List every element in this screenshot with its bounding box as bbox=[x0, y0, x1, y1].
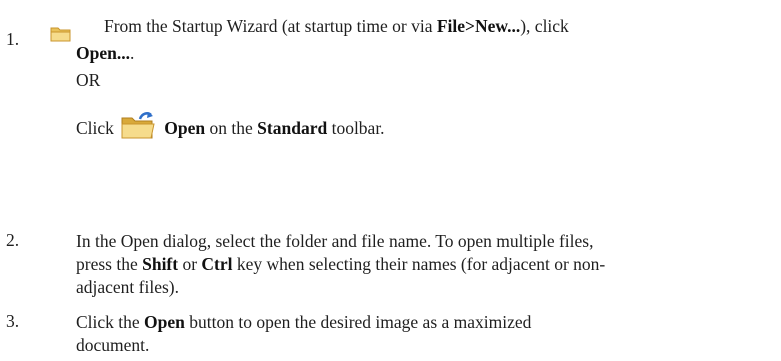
or-label: OR bbox=[76, 70, 101, 90]
shift-key-label: Shift bbox=[142, 254, 179, 274]
step-3-line-2: document. bbox=[76, 335, 150, 355]
step-1-content: From the Startup Wizard (at startup time… bbox=[76, 13, 763, 148]
step-3-content: Click the Open button to open the desire… bbox=[76, 311, 763, 357]
text: From the Startup Wizard (at startup time… bbox=[104, 16, 437, 36]
text: press the bbox=[76, 254, 143, 274]
step-1-line-2: Open.... bbox=[76, 40, 763, 67]
text: toolbar. bbox=[327, 118, 385, 138]
text: on the bbox=[205, 118, 258, 138]
ctrl-key-label: Ctrl bbox=[201, 254, 233, 274]
text: or bbox=[178, 254, 202, 274]
step-number: 1. bbox=[6, 29, 20, 49]
text: Click bbox=[76, 118, 114, 138]
open-folder-icon bbox=[121, 111, 155, 139]
step-number: 3. bbox=[6, 311, 20, 331]
step-number: 2. bbox=[6, 230, 20, 250]
text: Click the bbox=[76, 312, 145, 332]
step-2-line-3: adjacent files). bbox=[76, 277, 180, 297]
standard-toolbar-label: Standard bbox=[257, 118, 328, 138]
step-1-line-1: From the Startup Wizard (at startup time… bbox=[76, 13, 763, 40]
step-2-line-2: press the Shift or Ctrl key when selecti… bbox=[76, 253, 763, 276]
menu-path-file-new: File>New... bbox=[436, 16, 521, 36]
step-3-line-1: Click the Open button to open the desire… bbox=[76, 311, 763, 334]
step-1-line-click: Click Open on the Standard toolbar. bbox=[76, 108, 763, 148]
step-2-line-1: In the Open dialog, select the folder an… bbox=[76, 231, 594, 251]
open-command-label: Open... bbox=[76, 43, 130, 63]
open-toolbar-label: Open bbox=[164, 118, 206, 138]
text: ), click bbox=[520, 16, 569, 36]
text: key when selecting their names (for adja… bbox=[232, 254, 606, 274]
open-button-label: Open bbox=[144, 312, 185, 332]
folder-icon bbox=[50, 27, 71, 42]
text: button to open the desired image as a ma… bbox=[184, 312, 532, 332]
text: . bbox=[129, 43, 135, 63]
step-2-content: In the Open dialog, select the folder an… bbox=[76, 230, 763, 299]
